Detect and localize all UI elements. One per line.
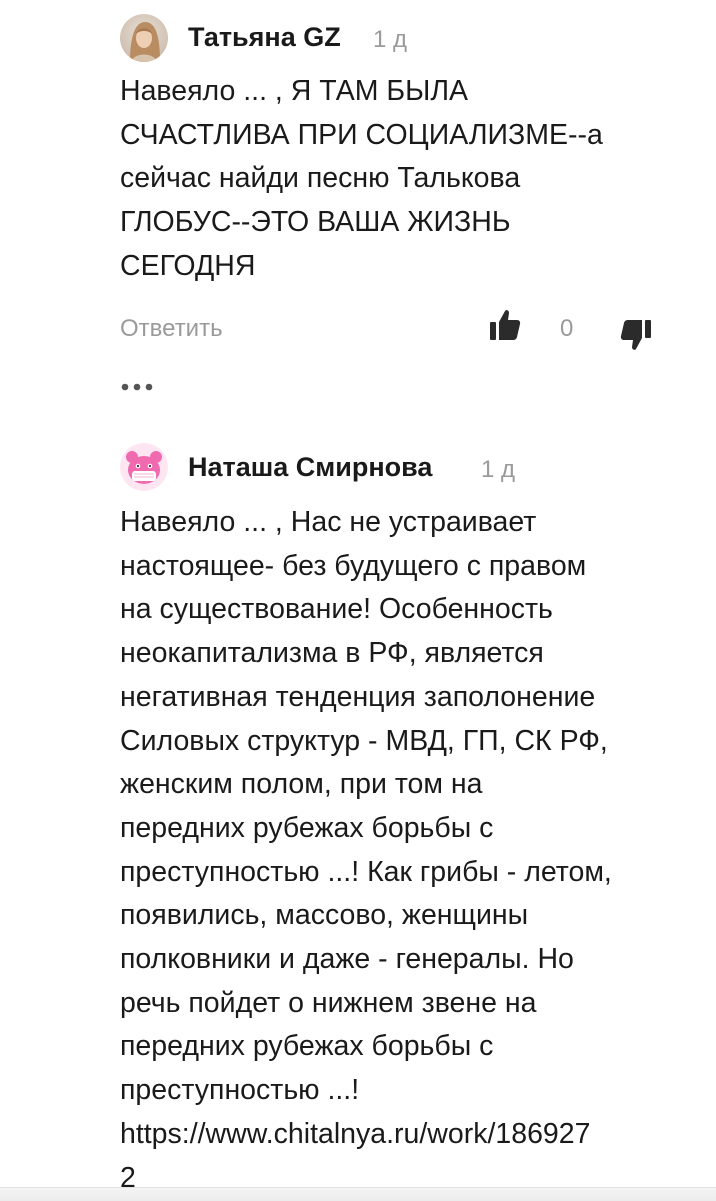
pink-mascot-avatar-icon	[120, 443, 168, 491]
comment-author[interactable]: Наташа Смирнова	[188, 452, 432, 483]
comment-text: Навеяло ... , Я ТАМ БЫЛА СЧАСТЛИВА ПРИ С…	[120, 75, 603, 282]
comment-timestamp: 1 д	[481, 456, 516, 483]
avatar[interactable]	[120, 14, 168, 62]
thumbs-down-icon[interactable]	[620, 318, 652, 352]
avatar[interactable]	[120, 443, 168, 491]
thumbs-up-icon[interactable]	[489, 308, 521, 342]
comment-author[interactable]: Татьяна GZ	[188, 22, 341, 53]
comment-text: Навеяло ... , Нас не устраивает настояще…	[120, 506, 612, 1194]
user-photo-avatar-icon	[120, 14, 168, 62]
comment-timestamp: 1 д	[373, 26, 408, 53]
bottom-divider	[0, 1187, 716, 1201]
more-dots-icon[interactable]	[120, 380, 156, 392]
rating-count: 0	[560, 315, 574, 342]
reply-button[interactable]: Ответить	[120, 315, 223, 343]
